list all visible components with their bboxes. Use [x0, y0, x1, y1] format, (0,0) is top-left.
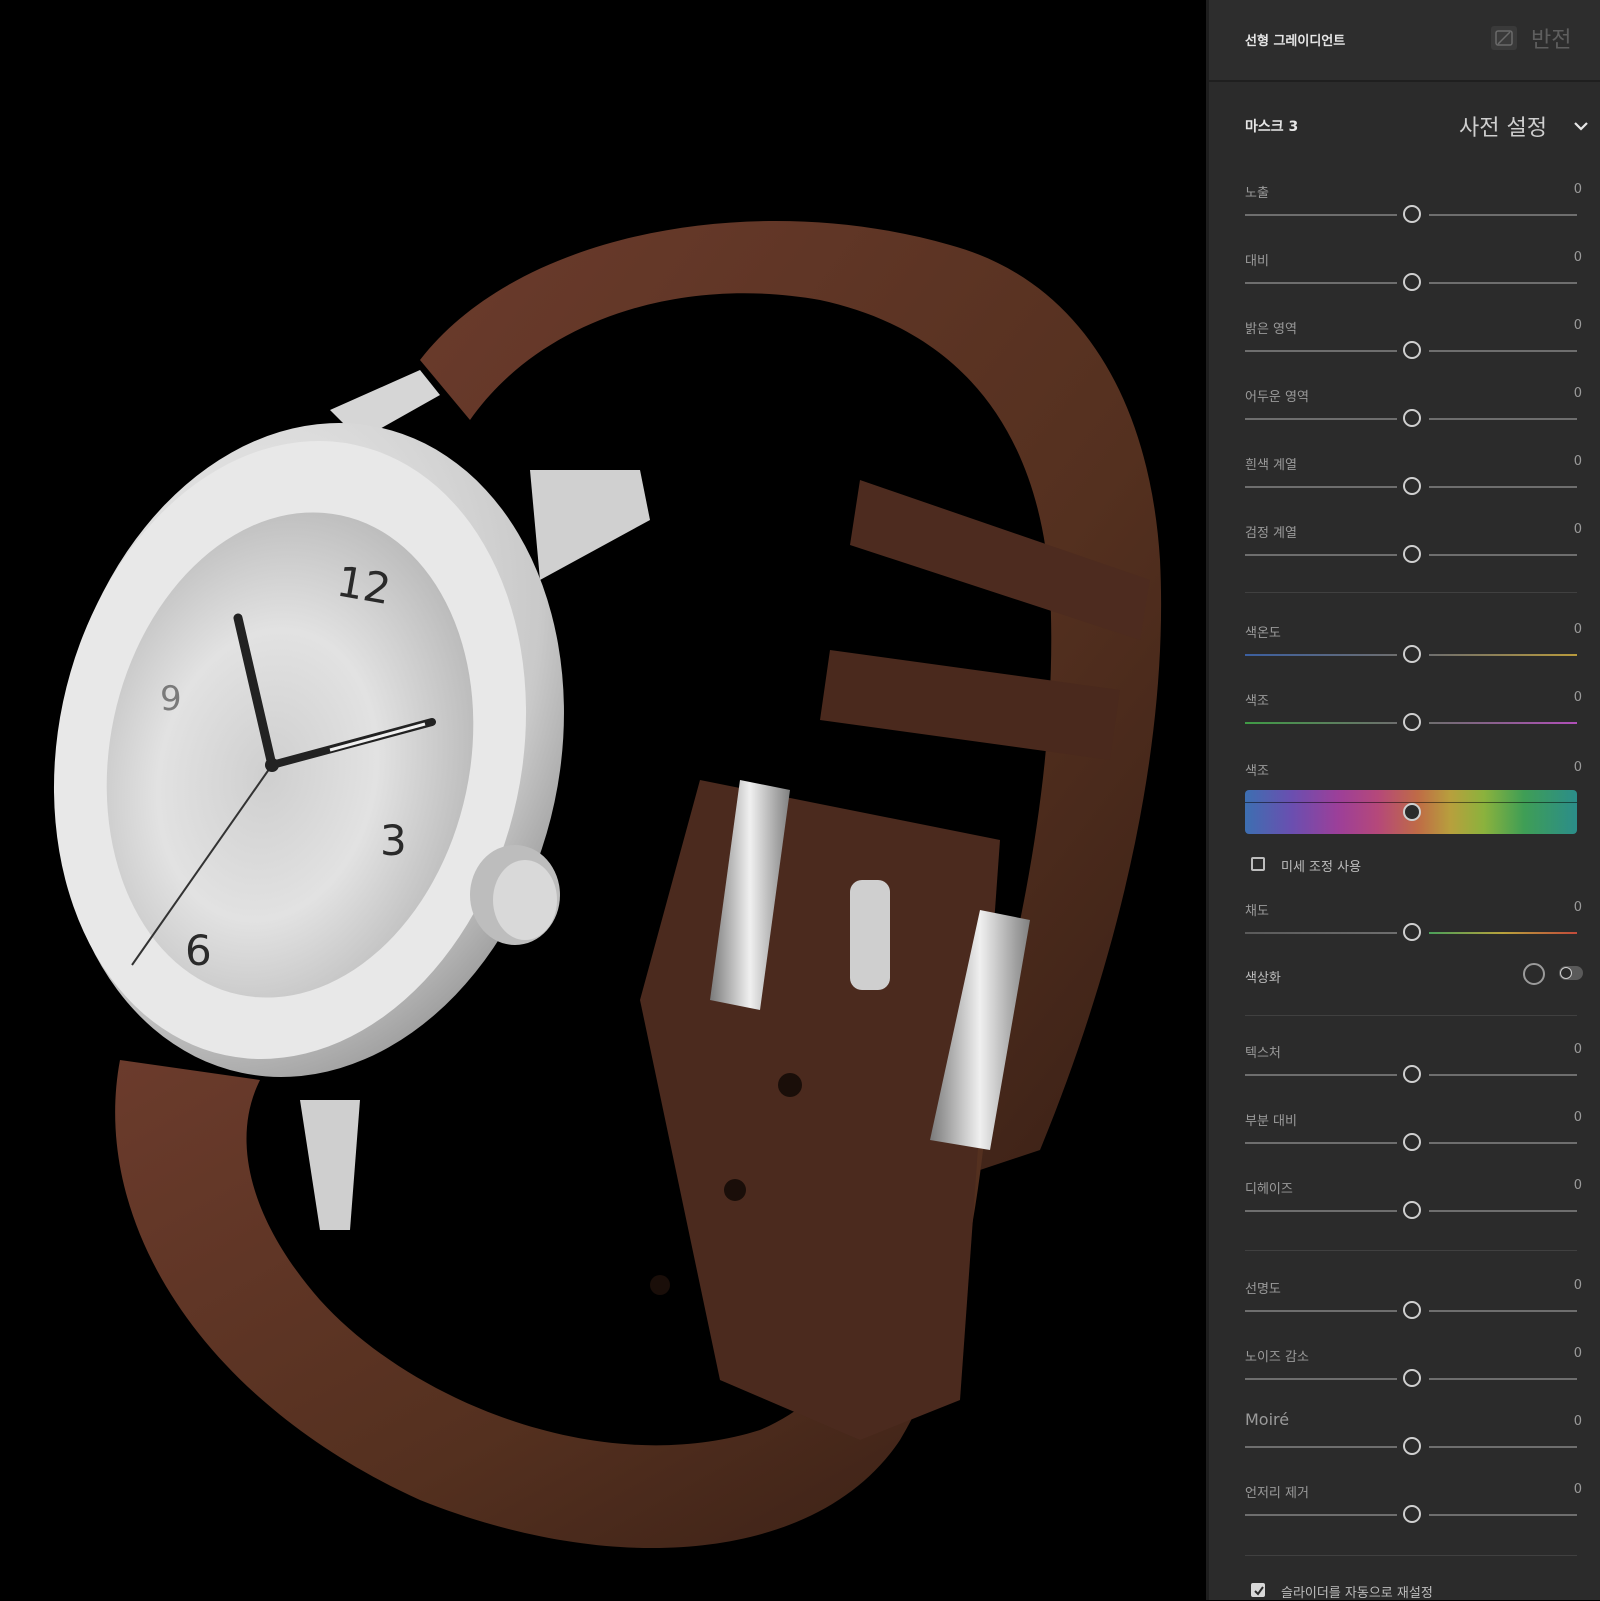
slider-value[interactable]: 0	[1574, 182, 1582, 197]
slider-value[interactable]: 0	[1574, 454, 1582, 469]
slider-knob[interactable]	[1403, 409, 1421, 427]
slider-label: 부분 대비	[1245, 1114, 1297, 1129]
slider-label: 색조	[1245, 694, 1269, 709]
slider-knob[interactable]	[1403, 545, 1421, 563]
slider-label: 밝은 영역	[1245, 322, 1297, 337]
panel-header: 선형 그레이디언트 반전	[1209, 0, 1600, 82]
slider-label: 텍스처	[1245, 1046, 1281, 1061]
slider-knob[interactable]	[1403, 923, 1421, 941]
slider-value[interactable]: 0	[1574, 522, 1582, 537]
colorize-swatch[interactable]	[1523, 963, 1545, 985]
slider-knob[interactable]	[1403, 1065, 1421, 1083]
slider-value[interactable]: 0	[1574, 1278, 1582, 1293]
dial-number-9: 9	[160, 679, 182, 719]
check-icon	[1254, 1586, 1264, 1596]
chevron-down-icon[interactable]	[1573, 118, 1589, 134]
slider-knob[interactable]	[1403, 1369, 1421, 1387]
slider-label: 채도	[1245, 904, 1269, 919]
lug-bottom	[300, 1100, 360, 1230]
slider-knob[interactable]	[1403, 1505, 1421, 1523]
slider-label: 선명도	[1245, 1282, 1281, 1297]
slider-value[interactable]: 0	[1574, 1482, 1582, 1497]
slider-knob[interactable]	[1403, 205, 1421, 223]
slider-value[interactable]: 0	[1574, 1110, 1582, 1125]
preset-dropdown[interactable]: 사전 설정	[1459, 110, 1547, 142]
slider-value[interactable]: 0	[1574, 1346, 1582, 1361]
fine-tune-label: 미세 조정 사용	[1281, 860, 1362, 875]
slider-label: 흰색 계열	[1245, 458, 1297, 473]
colorize-toggle[interactable]	[1559, 966, 1583, 980]
slider-label: 디헤이즈	[1245, 1182, 1293, 1197]
slider-knob[interactable]	[1403, 645, 1421, 663]
slider-value[interactable]: 0	[1574, 1178, 1582, 1193]
slider-value[interactable]: 0	[1574, 622, 1582, 637]
slider-label: 노출	[1245, 186, 1269, 201]
slider-value[interactable]: 0	[1574, 1414, 1582, 1429]
slider-label: 어두운 영역	[1245, 390, 1309, 405]
strap-hole	[778, 1073, 802, 1097]
auto-reset-checkbox[interactable]	[1251, 1583, 1265, 1597]
watch-photo: 12 3 6 9	[53, 220, 1162, 1548]
slider-knob[interactable]	[1403, 1437, 1421, 1455]
slider-knob[interactable]	[1403, 1133, 1421, 1151]
slider-knob[interactable]	[1403, 713, 1421, 731]
slider-knob[interactable]	[1403, 273, 1421, 291]
divider	[1245, 592, 1577, 593]
slider-knob[interactable]	[1403, 1301, 1421, 1319]
linear-gradient-title: 선형 그레이디언트	[1245, 34, 1346, 49]
slider-knob[interactable]	[1403, 341, 1421, 359]
hue-fine-knob[interactable]	[1403, 803, 1421, 821]
dial-number-12: 12	[333, 557, 394, 615]
slider-value[interactable]: 0	[1574, 250, 1582, 265]
divider	[1245, 1015, 1577, 1016]
slider-value[interactable]: 0	[1574, 1042, 1582, 1057]
slider-label: Moiré	[1245, 1410, 1290, 1429]
photo-canvas[interactable]: 12 3 6 9	[0, 0, 1206, 1600]
slider-value[interactable]: 0	[1574, 318, 1582, 333]
invert-label[interactable]: 반전	[1531, 22, 1571, 54]
divider	[1245, 1250, 1577, 1251]
strap-hole	[724, 1179, 746, 1201]
strap-hole	[650, 1275, 670, 1295]
auto-reset-label: 슬라이더를 자동으로 재설정	[1281, 1586, 1433, 1601]
slider-label: 검정 계열	[1245, 526, 1297, 541]
slider-value[interactable]: 0	[1574, 760, 1582, 775]
mask-title: 마스크 3	[1245, 119, 1299, 135]
watch-crown-face	[493, 860, 557, 940]
colorize-label: 색상화	[1245, 971, 1281, 986]
fine-tune-checkbox[interactable]	[1251, 857, 1265, 871]
hand-pin	[265, 758, 279, 772]
mask-adjust-panel: 선형 그레이디언트 반전 마스크 3 사전 설정 노출 0 대비 0 밝은 영역 0 어두운…	[1206, 0, 1600, 1601]
slider-label: 색조	[1245, 764, 1269, 779]
dial-number-3: 3	[380, 816, 407, 865]
slider-value[interactable]: 0	[1574, 900, 1582, 915]
slider-value[interactable]: 0	[1574, 690, 1582, 705]
invert-icon[interactable]	[1491, 26, 1517, 50]
slider-label: 색온도	[1245, 626, 1281, 641]
dial-number-6: 6	[185, 926, 212, 975]
slider-label: 대비	[1245, 254, 1269, 269]
buckle-pin	[850, 880, 890, 990]
lug-top-right	[530, 470, 650, 580]
slider-label: 언저리 제거	[1245, 1486, 1309, 1501]
slider-label: 노이즈 감소	[1245, 1350, 1309, 1365]
slider-value[interactable]: 0	[1574, 386, 1582, 401]
divider	[1245, 1555, 1577, 1556]
slider-knob[interactable]	[1403, 477, 1421, 495]
slider-knob[interactable]	[1403, 1201, 1421, 1219]
